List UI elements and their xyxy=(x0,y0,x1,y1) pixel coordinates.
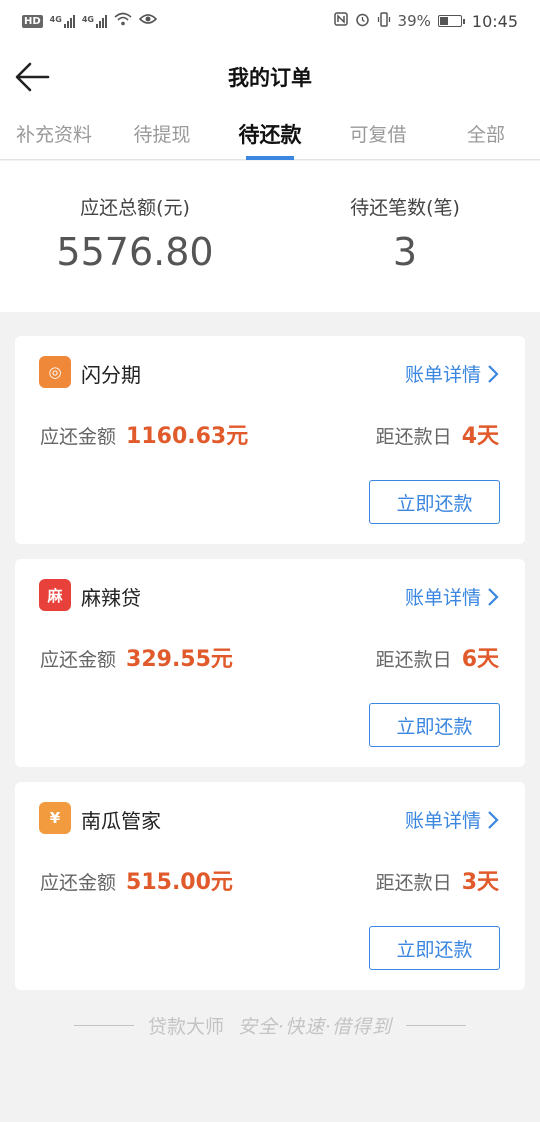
repay-now-button[interactable]: 立即还款 xyxy=(369,926,500,970)
repayment-summary: 应还总额(元) 5576.80 待还笔数(笔) 3 xyxy=(0,161,540,312)
due-days-value: 3天 xyxy=(461,870,499,895)
divider xyxy=(406,1025,467,1026)
network-type-label: 4G xyxy=(81,14,94,24)
nfc-icon xyxy=(333,12,348,30)
status-right: 39% 10:45 xyxy=(333,11,518,31)
pending-count-label: 待还笔数(笔) xyxy=(350,197,460,219)
lender-name: 南瓜管家 xyxy=(81,809,161,833)
pending-count-block: 待还笔数(笔) 3 xyxy=(270,161,540,312)
due-label: 距还款日 xyxy=(375,872,452,894)
total-due-label: 应还总额(元) xyxy=(80,197,190,219)
tab-pending-withdrawal[interactable]: 待提现 xyxy=(108,112,216,159)
tab-reborrow[interactable]: 可复借 xyxy=(324,112,432,159)
signal-icon: 4G xyxy=(81,14,107,28)
order-card: 麻 麻辣贷 账单详情 应还金额 329.55元 距还款日 6天 立即还款 xyxy=(15,559,525,767)
bill-detail-link[interactable]: 账单详情 xyxy=(405,583,499,610)
wifi-icon xyxy=(114,12,132,30)
total-due-value: 5576.80 xyxy=(56,230,214,274)
clock: 10:45 xyxy=(471,11,518,31)
brand-footer: 贷款大师 安全·快速·借得到 xyxy=(0,1012,540,1039)
battery-percent: 39% xyxy=(397,12,431,30)
repay-now-button[interactable]: 立即还款 xyxy=(369,703,500,747)
lender-name: 麻辣贷 xyxy=(81,586,141,610)
tab-pending-repayment[interactable]: 待还款 xyxy=(216,112,324,159)
bill-detail-link[interactable]: 账单详情 xyxy=(405,806,499,833)
chevron-right-icon xyxy=(488,587,499,606)
tab-supplement-info[interactable]: 补充资料 xyxy=(0,112,108,159)
amount-value: 329.55元 xyxy=(126,647,233,672)
order-info-row: 应还金额 329.55元 距还款日 6天 xyxy=(40,641,499,673)
amount-label: 应还金额 xyxy=(40,872,117,894)
bill-detail-label: 账单详情 xyxy=(404,587,481,609)
footer-brand: 贷款大师 xyxy=(147,1016,224,1038)
alarm-icon xyxy=(355,12,370,31)
footer-slogan: 安全·快速·借得到 xyxy=(237,1016,393,1038)
eye-icon xyxy=(138,12,158,30)
page-title: 我的订单 xyxy=(228,66,312,90)
signal-icon: 4G xyxy=(49,14,75,28)
order-card: ¥ 南瓜管家 账单详情 应还金额 515.00元 距还款日 3天 立即还款 xyxy=(15,782,525,990)
amount-value: 515.00元 xyxy=(126,870,233,895)
status-bar: HD 4G 4G 39% 10:45 xyxy=(0,0,540,42)
hd-icon: HD xyxy=(22,14,43,28)
bill-detail-label: 账单详情 xyxy=(404,364,481,386)
bill-detail-label: 账单详情 xyxy=(404,810,481,832)
app-header: 我的订单 xyxy=(0,42,540,112)
order-info-row: 应还金额 515.00元 距还款日 3天 xyxy=(40,864,499,896)
tab-all[interactable]: 全部 xyxy=(432,112,540,159)
pumpkin-logo-icon: ¥ xyxy=(39,802,71,834)
due-label: 距还款日 xyxy=(375,426,452,448)
amount-value: 1160.63元 xyxy=(126,424,249,449)
total-due-block: 应还总额(元) 5576.80 xyxy=(0,161,270,312)
battery-icon xyxy=(437,15,465,27)
chevron-right-icon xyxy=(488,810,499,829)
order-info-row: 应还金额 1160.63元 距还款日 4天 xyxy=(40,418,499,450)
malaidai-logo-icon: 麻 xyxy=(39,579,71,611)
pending-count-value: 3 xyxy=(392,230,418,274)
lender-name: 闪分期 xyxy=(81,363,141,387)
chevron-right-icon xyxy=(488,364,499,383)
vibrate-icon xyxy=(377,11,391,31)
order-tabs: 补充资料 待提现 待还款 可复借 全部 xyxy=(0,112,540,160)
amount-label: 应还金额 xyxy=(40,649,117,671)
repay-now-button[interactable]: 立即还款 xyxy=(369,480,500,524)
due-days-value: 4天 xyxy=(461,424,499,449)
bill-detail-link[interactable]: 账单详情 xyxy=(405,360,499,387)
order-card: ◎ 闪分期 账单详情 应还金额 1160.63元 距还款日 4天 立即还款 xyxy=(15,336,525,544)
due-days-value: 6天 xyxy=(461,647,499,672)
amount-label: 应还金额 xyxy=(40,426,117,448)
network-type-label: 4G xyxy=(49,14,62,24)
divider xyxy=(73,1025,134,1026)
status-left: HD 4G 4G xyxy=(22,12,158,30)
shanfenqi-logo-icon: ◎ xyxy=(39,356,71,388)
due-label: 距还款日 xyxy=(375,649,452,671)
